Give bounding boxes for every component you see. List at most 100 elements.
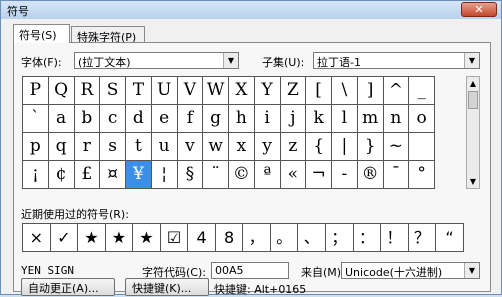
- autocorrect-button[interactable]: 自动更正(A)...: [21, 278, 115, 296]
- recent-symbol-cell[interactable]: 4: [188, 224, 216, 252]
- symbol-cell[interactable]: c: [100, 105, 126, 133]
- chevron-down-icon[interactable]: ▼: [223, 53, 238, 68]
- symbol-cell[interactable]: X: [229, 77, 255, 105]
- symbol-cell[interactable]: n: [383, 105, 410, 133]
- recent-symbol-cell[interactable]: ✓: [50, 224, 79, 252]
- symbol-cell[interactable]: U: [151, 77, 178, 105]
- subset-select[interactable]: 拉丁语-1 ▼: [313, 52, 480, 69]
- symbol-cell[interactable]: i: [254, 105, 281, 133]
- chevron-down-icon[interactable]: ▼: [464, 263, 479, 278]
- symbol-cell[interactable]: x: [229, 133, 255, 161]
- symbol-cell[interactable]: T: [126, 77, 152, 105]
- symbol-cell[interactable]: ®: [357, 161, 384, 189]
- recent-symbol-cell[interactable]: ！: [381, 224, 409, 252]
- symbol-cell[interactable]: m: [357, 105, 384, 133]
- scroll-down-icon[interactable]: ▼: [467, 175, 479, 188]
- symbol-cell[interactable]: |: [332, 133, 358, 161]
- recent-symbol-cell[interactable]: ★: [78, 224, 106, 252]
- recent-symbol-cell[interactable]: ×: [23, 224, 51, 252]
- recent-symbol-cell[interactable]: 、: [298, 224, 327, 252]
- symbol-cell[interactable]: ª: [254, 161, 281, 189]
- symbol-cell[interactable]: y: [254, 133, 281, 161]
- scroll-up-icon[interactable]: ▲: [467, 77, 479, 90]
- symbol-cell[interactable]: S: [100, 77, 126, 105]
- symbol-cell[interactable]: ©: [229, 161, 255, 189]
- symbol-cell[interactable]: u: [151, 133, 178, 161]
- symbol-cell[interactable]: _: [409, 77, 435, 105]
- tab-symbols[interactable]: 符号(S): [13, 24, 70, 43]
- symbol-cell[interactable]: q: [48, 133, 75, 161]
- symbol-cell[interactable]: -: [332, 161, 358, 189]
- symbol-cell[interactable]: ^: [383, 77, 410, 105]
- symbol-cell[interactable]: [409, 133, 435, 161]
- symbol-cell[interactable]: b: [74, 105, 101, 133]
- symbol-cell[interactable]: l: [332, 105, 358, 133]
- recent-symbol-cell[interactable]: ：: [353, 224, 382, 252]
- symbol-cell[interactable]: }: [357, 133, 384, 161]
- symbol-cell[interactable]: V: [177, 77, 204, 105]
- character-name: YEN SIGN: [21, 264, 74, 277]
- font-select[interactable]: (拉丁文本) ▼: [74, 52, 239, 69]
- symbol-cell[interactable]: p: [23, 133, 49, 161]
- symbol-cell[interactable]: Y: [254, 77, 281, 105]
- recent-symbol-cell[interactable]: ？: [408, 224, 437, 252]
- symbol-cell[interactable]: {: [306, 133, 332, 161]
- recent-symbol-cell[interactable]: 。: [270, 224, 299, 252]
- from-select[interactable]: Unicode(十六进制) ▼: [341, 262, 480, 279]
- symbol-cell[interactable]: [: [306, 77, 332, 105]
- chevron-down-icon[interactable]: ▼: [464, 53, 479, 68]
- shortcut-key-button[interactable]: 快捷键(K)...: [125, 278, 209, 296]
- symbol-cell[interactable]: f: [177, 105, 204, 133]
- symbol-cell[interactable]: z: [280, 133, 307, 161]
- symbol-cell[interactable]: \: [332, 77, 358, 105]
- symbol-cell[interactable]: j: [280, 105, 307, 133]
- recent-symbols-row: × ✓ ★ ★ ★ ☑ 4 8 ， 。 、 ； ： ！ ？ “: [22, 223, 464, 252]
- symbol-cell[interactable]: P: [23, 77, 49, 105]
- symbol-grid-scrollbar[interactable]: ▲ ▼: [466, 76, 480, 189]
- tab-special-characters[interactable]: 特殊字符(P): [71, 26, 145, 44]
- recent-symbol-cell[interactable]: 8: [215, 224, 244, 252]
- symbol-cell[interactable]: v: [177, 133, 204, 161]
- symbol-cell[interactable]: §: [177, 161, 204, 189]
- symbol-cell[interactable]: ¨: [203, 161, 229, 189]
- symbol-cell[interactable]: ¯: [383, 161, 410, 189]
- symbol-cell[interactable]: e: [151, 105, 178, 133]
- symbol-cell[interactable]: ]: [357, 77, 384, 105]
- symbol-cell[interactable]: ¡: [23, 161, 49, 189]
- subset-label: 子集(U):: [262, 56, 305, 69]
- recent-symbol-cell[interactable]: ★: [105, 224, 134, 252]
- symbol-cell[interactable]: `: [23, 105, 49, 133]
- symbol-cell[interactable]: W: [203, 77, 229, 105]
- recent-symbol-cell[interactable]: ；: [326, 224, 354, 252]
- symbol-cell[interactable]: o: [409, 105, 435, 133]
- symbol-cell[interactable]: h: [229, 105, 255, 133]
- close-button[interactable]: ✕: [461, 2, 497, 17]
- symbol-cell[interactable]: «: [280, 161, 307, 189]
- symbol-cell[interactable]: s: [100, 133, 126, 161]
- symbol-cell[interactable]: w: [203, 133, 229, 161]
- recent-symbol-cell[interactable]: ，: [243, 224, 271, 252]
- symbol-cell-selected[interactable]: ¥: [126, 161, 152, 189]
- character-code-input[interactable]: 00A5: [211, 262, 289, 279]
- recent-symbol-cell[interactable]: “: [436, 224, 464, 252]
- symbol-cell[interactable]: Z: [280, 77, 307, 105]
- symbol-cell[interactable]: r: [74, 133, 101, 161]
- symbol-cell[interactable]: ¦: [151, 161, 178, 189]
- symbol-cell[interactable]: R: [74, 77, 101, 105]
- symbol-cell[interactable]: g: [203, 105, 229, 133]
- symbol-cell[interactable]: ¬: [306, 161, 332, 189]
- scrollbar-thumb[interactable]: [468, 91, 478, 109]
- symbol-cell[interactable]: £: [74, 161, 101, 189]
- symbol-cell[interactable]: ¤: [100, 161, 126, 189]
- symbol-cell[interactable]: ¢: [48, 161, 75, 189]
- subset-value: 拉丁语-1: [317, 56, 361, 69]
- symbol-cell[interactable]: d: [126, 105, 152, 133]
- recent-symbol-cell[interactable]: ☑: [160, 224, 189, 252]
- recent-symbol-cell[interactable]: ★: [133, 224, 161, 252]
- symbol-cell[interactable]: Q: [48, 77, 75, 105]
- symbol-cell[interactable]: °: [409, 161, 435, 189]
- symbol-cell[interactable]: k: [306, 105, 332, 133]
- symbol-cell[interactable]: t: [126, 133, 152, 161]
- symbol-cell[interactable]: ~: [383, 133, 410, 161]
- symbol-cell[interactable]: a: [48, 105, 75, 133]
